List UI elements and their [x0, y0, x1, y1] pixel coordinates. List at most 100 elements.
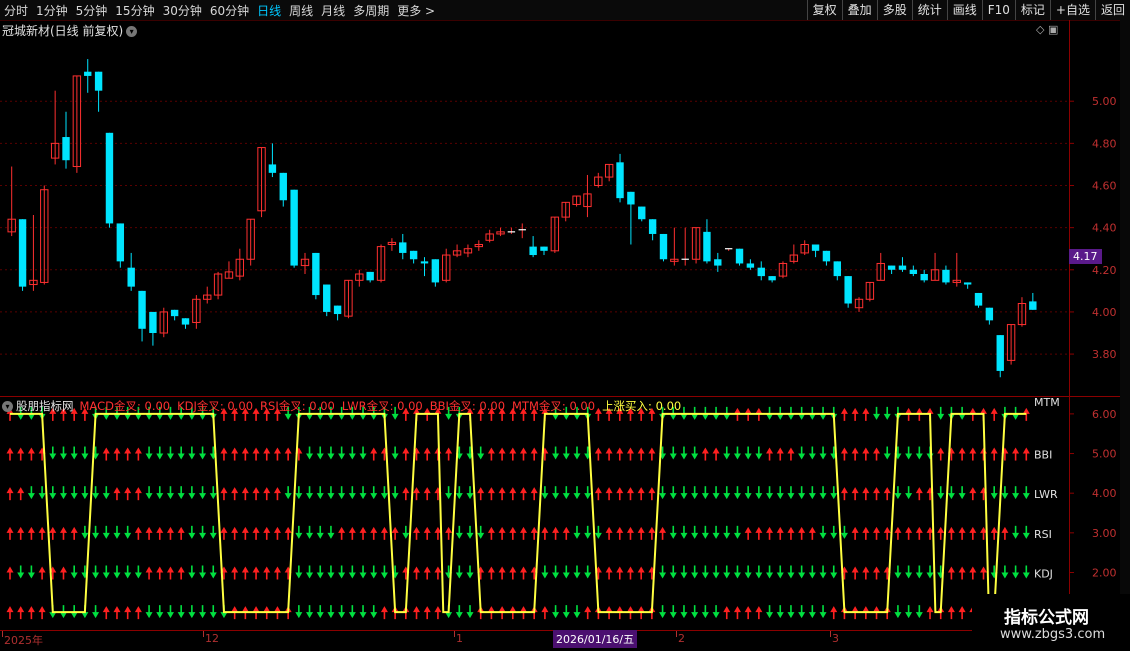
arrow-head [937, 447, 945, 454]
chevron-down-icon[interactable]: ▾ [2, 401, 13, 412]
arrow-head [819, 572, 827, 579]
down-arrow-icon [306, 605, 314, 619]
arrow-head [338, 612, 346, 619]
down-arrow-icon [466, 486, 474, 500]
up-arrow-icon [17, 447, 25, 461]
arrow-head [113, 606, 121, 613]
time-axis-label-4: 3 [832, 632, 839, 645]
arrow-head [712, 612, 720, 619]
up-arrow-icon [530, 526, 538, 540]
down-arrow-icon [166, 446, 174, 460]
arrow-head [1022, 572, 1030, 579]
up-arrow-icon [520, 487, 527, 501]
up-arrow-icon [359, 526, 367, 540]
down-arrow-icon [81, 486, 89, 500]
candle-down [18, 219, 27, 287]
down-arrow-icon [1001, 486, 1009, 500]
arrow-head [894, 572, 902, 579]
arrow-head [263, 487, 271, 494]
up-arrow-icon [883, 526, 891, 540]
down-arrow-icon [744, 446, 752, 460]
candle-down [648, 219, 657, 234]
down-arrow-icon [787, 486, 795, 500]
down-arrow-icon [1022, 486, 1030, 500]
arrow-head [38, 526, 46, 533]
up-arrow-icon [530, 447, 538, 461]
indicator-name: 股朋指标网 [16, 399, 74, 413]
up-arrow-icon [338, 526, 346, 540]
up-arrow-icon [873, 447, 881, 461]
arrow-head [915, 526, 923, 533]
up-arrow-icon [894, 526, 902, 540]
arrow-head [701, 572, 709, 579]
up-arrow-icon [6, 487, 14, 501]
up-arrow-icon [17, 487, 25, 501]
arrow-head [701, 447, 709, 454]
down-arrow-icon [659, 565, 667, 579]
down-arrow-icon [380, 565, 388, 579]
arrow-head [851, 526, 859, 533]
up-arrow-icon [6, 526, 14, 540]
down-arrow-icon [477, 446, 485, 460]
arrow-head [295, 532, 303, 539]
arrow-head [915, 487, 923, 494]
arrow-head [327, 612, 335, 619]
down-arrow-icon [798, 605, 806, 619]
down-arrow-icon [776, 565, 784, 579]
up-arrow-icon [915, 487, 923, 501]
arrow-head [958, 606, 966, 613]
arrow-head [573, 612, 581, 619]
arrow-head [402, 532, 410, 539]
arrow-head [787, 493, 795, 500]
arrow-head [552, 453, 560, 460]
down-arrow-icon [915, 446, 923, 460]
down-arrow-icon [348, 605, 356, 619]
arrow-head [156, 612, 164, 619]
arrow-head [552, 612, 560, 619]
down-arrow-icon [680, 525, 688, 539]
arrow-head [273, 487, 281, 494]
arrow-head [177, 493, 185, 500]
up-arrow-icon [434, 566, 442, 580]
arrow-head [766, 572, 774, 579]
down-arrow-icon [166, 486, 174, 500]
up-arrow-icon [49, 526, 57, 540]
arrow-head [199, 612, 207, 619]
arrow-head [306, 493, 314, 500]
up-arrow-icon [969, 487, 977, 501]
indicator-tick-label: 4.00 [1092, 487, 1117, 500]
candle-down [887, 265, 896, 270]
down-arrow-icon [1022, 525, 1030, 539]
up-arrow-icon [541, 526, 549, 540]
arrow-head [873, 447, 881, 454]
arrow-head [905, 612, 913, 619]
up-arrow-icon [27, 606, 35, 620]
arrow-head [370, 526, 378, 533]
arrow-head [937, 413, 945, 420]
down-arrow-icon [894, 605, 902, 619]
up-arrow-icon [958, 606, 966, 620]
up-arrow-icon [509, 566, 517, 580]
arrow-head [81, 493, 89, 500]
arrow-head [733, 572, 741, 579]
down-arrow-icon [316, 525, 324, 539]
arrow-head [17, 487, 25, 494]
arrow-head [669, 532, 677, 539]
arrow-head [348, 493, 356, 500]
arrow-head [562, 526, 570, 533]
arrow-head [626, 526, 634, 533]
up-arrow-icon [423, 606, 431, 620]
up-arrow-icon [648, 487, 656, 501]
up-arrow-icon [59, 566, 67, 580]
down-arrow-icon [81, 446, 89, 460]
down-arrow-icon [744, 565, 752, 579]
up-arrow-icon [252, 566, 260, 580]
down-arrow-icon [327, 446, 335, 460]
down-arrow-icon [209, 525, 217, 539]
up-arrow-icon [958, 447, 966, 461]
down-arrow-icon [905, 446, 913, 460]
down-arrow-icon [113, 525, 121, 539]
up-arrow-icon [177, 526, 185, 540]
down-arrow-icon [819, 565, 827, 579]
arrow-head [637, 487, 645, 494]
